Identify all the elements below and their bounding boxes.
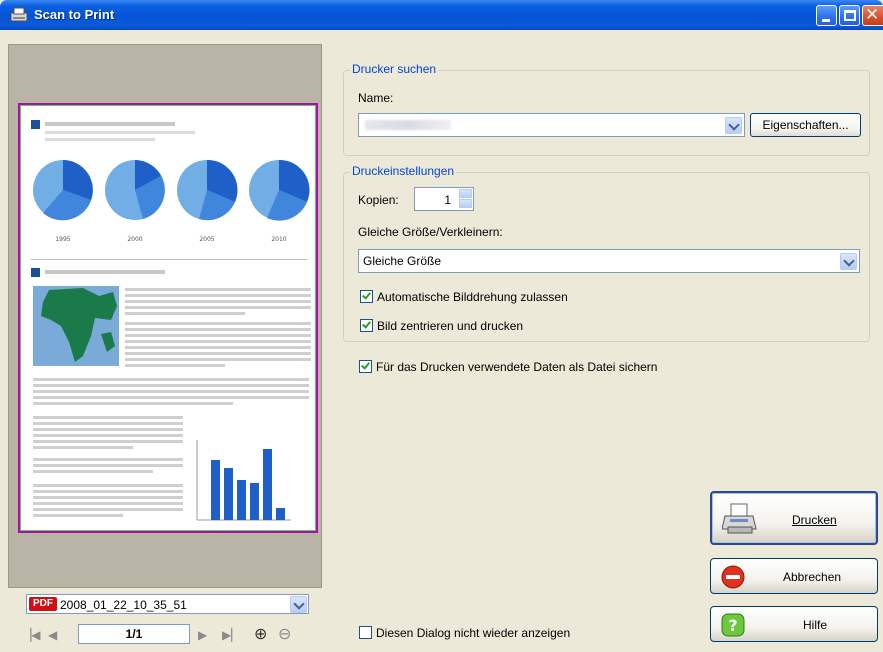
close-button[interactable]: ✕	[862, 5, 883, 26]
next-page-icon[interactable]: ▶	[198, 628, 207, 642]
world-map-image	[33, 286, 119, 366]
maximize-button[interactable]	[839, 5, 860, 26]
maximize-icon	[844, 10, 856, 21]
window-title: Scan to Print	[34, 7, 115, 22]
scale-select[interactable]: Gleiche Größe	[358, 249, 860, 273]
page-indicator[interactable]: 1/1	[78, 624, 190, 644]
year-label-2: 2000	[127, 236, 142, 243]
print-settings-legend: Druckeinstellungen	[350, 164, 457, 178]
copies-label: Kopien:	[358, 193, 399, 207]
title-bar: Scan to Print ✕	[0, 0, 883, 30]
auto-rotate-checkbox[interactable]	[360, 290, 373, 303]
cancel-icon	[721, 565, 745, 589]
document-thumbnail: 1995 2000 2005 2010	[31, 120, 311, 521]
pie-chart-2000	[105, 160, 165, 220]
file-dropdown-button[interactable]	[290, 596, 307, 613]
printer-icon	[722, 503, 757, 534]
pie-chart-2010	[249, 159, 310, 221]
center-print-label: Bild zentrieren und drucken	[377, 319, 524, 333]
dont-show-label: Diesen Dialog nicht wieder anzeigen	[376, 626, 571, 640]
scale-dropdown-button[interactable]	[840, 253, 857, 270]
scale-value: Gleiche Größe	[363, 254, 442, 268]
checkmark-icon	[362, 319, 371, 329]
scale-label: Gleiche Größe/Verkleinern:	[358, 225, 503, 239]
zoom-out-icon[interactable]: ⊖	[278, 624, 291, 644]
file-name: 2008_01_22_10_35_51	[60, 598, 187, 612]
minimize-icon	[822, 19, 830, 22]
dont-show-checkbox[interactable]	[359, 626, 372, 639]
blurred-printer-name	[365, 120, 451, 130]
checkmark-icon	[362, 290, 371, 300]
cancel-button-label: Abbrechen	[783, 570, 842, 584]
page-navigation: ▕◀ ◀ 1/1 ▶ ▶▏ ⊕ ⊖	[8, 620, 322, 648]
print-button[interactable]: Drucken	[710, 491, 878, 545]
auto-rotate-label: Automatische Bilddrehung zulassen	[377, 290, 568, 304]
copies-up-button[interactable]	[459, 189, 472, 198]
center-print-checkbox[interactable]	[360, 319, 373, 332]
pdf-icon: PDF	[29, 597, 57, 611]
year-label-4: 2010	[271, 236, 286, 243]
prev-page-icon[interactable]: ◀	[48, 628, 57, 642]
properties-button[interactable]: Eigenschaften...	[750, 113, 861, 137]
copies-stepper[interactable]: 1	[414, 187, 474, 211]
cancel-button[interactable]: Abbrechen	[710, 558, 878, 594]
pie-chart-2005	[177, 159, 238, 221]
zoom-in-icon[interactable]: ⊕	[254, 624, 267, 644]
close-icon: ✕	[865, 5, 880, 25]
help-button[interactable]: ? Hilfe	[710, 606, 878, 642]
save-data-checkbox[interactable]	[359, 360, 372, 373]
save-data-label: Für das Drucken verwendete Daten als Dat…	[376, 360, 658, 374]
minimize-button[interactable]	[816, 5, 837, 26]
printer-name-select[interactable]	[358, 113, 745, 137]
printer-name-label: Name:	[358, 91, 394, 105]
help-icon: ?	[721, 613, 745, 637]
last-page-icon[interactable]: ▶▏	[222, 628, 240, 642]
print-settings-group: Druckeinstellungen Kopien: 1 Gleiche Grö…	[343, 164, 870, 342]
copies-value: 1	[444, 193, 451, 207]
first-page-icon[interactable]: ▕◀	[22, 628, 40, 642]
preview-panel: 1995 2000 2005 2010	[8, 44, 322, 588]
bar-chart-thumbnail	[196, 440, 291, 521]
scanner-app-icon	[10, 7, 28, 22]
checkmark-icon	[361, 360, 370, 370]
svg-text:?: ?	[728, 616, 737, 635]
printer-dropdown-button[interactable]	[725, 117, 742, 134]
year-label-1: 1995	[55, 236, 70, 243]
year-label-3: 2005	[199, 236, 214, 243]
print-button-label: Drucken	[792, 513, 837, 527]
copies-down-button[interactable]	[459, 199, 472, 208]
printer-search-group: Drucker suchen Name: Eigenschaften...	[343, 62, 870, 156]
printer-search-legend: Drucker suchen	[350, 62, 439, 76]
help-button-label: Hilfe	[803, 618, 828, 632]
pie-chart-1995	[33, 160, 93, 221]
page-preview: 1995 2000 2005 2010	[18, 103, 318, 533]
file-select[interactable]: PDF 2008_01_22_10_35_51	[26, 594, 309, 614]
